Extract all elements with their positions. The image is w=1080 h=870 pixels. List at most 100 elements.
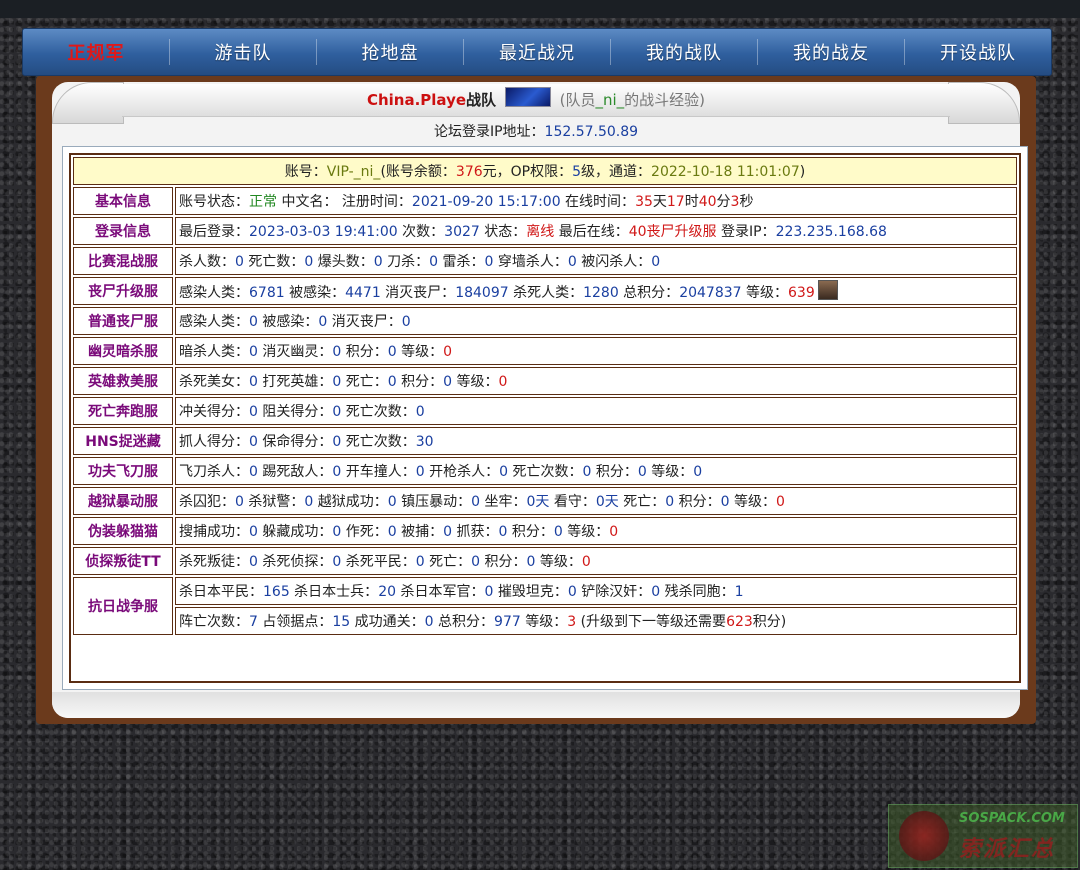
stat-label: 铲除汉奸： [576,584,652,600]
stat-value: 0 [235,254,244,270]
team-suffix: 战队 [466,91,497,109]
stat-value: 30 [415,434,434,450]
stat-label: 感染人类： [179,314,249,330]
status-value: 正常 [249,194,277,210]
stat-label: 抓人得分： [179,434,249,450]
server-row-stats: 飞刀杀人：0 踢死敌人：0 开车撞人：0 开枪杀人：0 死亡次数：0 积分：0 … [175,457,1017,485]
stat-value: 0 [249,344,258,360]
login-ip-label: 登录IP： [716,224,776,240]
hour-unit: 时 [684,194,699,210]
stat-label: 被感染： [257,314,319,330]
nav-item-recent-battles[interactable]: 最近战况 [463,39,610,65]
stat-value: 15 [332,614,351,630]
server-row-label: 丧尸升级服 [73,277,173,305]
rank-avatar-icon [817,280,838,300]
stat-label: 打死英雄： [257,374,333,390]
stat-value: 0 [415,464,425,480]
stat-label: 杀死人类： [508,285,584,301]
server-row-stats: 抓人得分：0 保命得分：0 死亡次数：30 [175,427,1017,455]
stat-value: 0 [387,494,397,510]
stat-value: 0 [651,254,661,270]
day-unit: 天 [652,194,667,210]
stat-label: 开车撞人： [341,464,416,480]
stat-value: 0 [249,404,258,420]
nav-item-regular-army[interactable]: 正规军 [23,39,169,65]
stat-label: 阻关得分： [257,404,333,420]
stat-value: 0 [553,524,563,540]
server-row: 侦探叛徒TT 杀死叛徒：0 杀死侦探：0 杀死平民：0 死亡：0 积分：0 等级：… [73,547,1017,575]
stat-value: 3 [567,614,577,630]
stat-value: 0 [443,344,453,360]
stat-label: 踢死敌人： [257,464,333,480]
top-bar [0,0,1080,18]
panel-bottom-bar [52,692,1020,718]
top-nav: 正规军 游击队 抢地盘 最近战况 我的战队 我的战友 开设战队 [22,28,1052,76]
stat-value: 6781 [249,285,285,301]
nav-item-territory[interactable]: 抢地盘 [316,39,463,65]
server-row-label: 普通丧尸服 [73,307,173,335]
nav-item-my-friends[interactable]: 我的战友 [757,39,904,65]
stat-label: 杀死侦探： [257,554,333,570]
stat-value: 0 [373,254,383,270]
stat-value: 0 [387,374,397,390]
stat-value: 0 [581,554,591,570]
stat-value: 639 [788,285,815,301]
stat-label: 刀杀： [382,254,430,270]
team-name[interactable]: China.Playe [367,91,466,109]
online-label: 在线时间： [560,194,636,210]
server-row: 越狱暴动服 杀囚犯：0 杀狱警：0 越狱成功：0 镇压暴动：0 坐牢：0天 看守：… [73,487,1017,515]
stat-label: 消灭幽灵： [257,344,333,360]
server-row-label: 越狱暴动服 [73,487,173,515]
nav-item-guerrilla[interactable]: 游击队 [169,39,316,65]
stat-value: 0 [776,494,785,510]
server-row-stats: 杀囚犯：0 杀狱警：0 越狱成功：0 镇压暴动：0 坐牢：0天 看守：0天 死亡… [175,487,1017,515]
stat-value: 7 [249,614,258,630]
watermark-emblem-icon [899,811,949,861]
server-row-stats: 杀人数：0 死亡数：0 爆头数：0 刀杀：0 雷杀：0 穿墙杀人：0 被闪杀人：… [175,247,1017,275]
stat-label: 摧毁坦克： [493,584,568,600]
stat-label: 死亡次数： [341,434,416,450]
balance-value: 376 [455,164,483,180]
stat-label: 积分： [591,464,638,480]
basic-info-cell: 账号状态：正常 中文名： 注册时间：2021-09-20 15:17:00 在线… [175,187,1017,215]
stat-value: 2047837 [679,285,742,301]
stat-label: 抓获： [452,524,499,540]
stats-table-wrap: 账号：VIP-_ni_(账号余额：376元，OP权限：5级，通道：2022-10… [62,146,1028,690]
server-row-stats: 暗杀人类：0 消灭幽灵：0 积分：0 等级：0 [175,337,1017,365]
online-hours: 17 [666,194,685,210]
stat-label: 死亡数： [243,254,305,270]
reg-time: 2021-09-20 15:17:00 [411,194,561,210]
stats-table-box: 账号：VIP-_ni_(账号余额：376元，OP权限：5级，通道：2022-10… [69,153,1021,683]
server-row-stats: 搜捕成功：0 躲藏成功：0 作死：0 被捕：0 抓获：0 积分：0 等级：0 [175,517,1017,545]
kangri-line-1: 杀日本平民：165 杀日本士兵：20 杀日本军官：0 摧毁坦克：0 铲除汉奸：0… [175,577,1017,605]
account-label: 账号： [284,164,327,180]
account-id: VIP-_ni_ [326,164,381,180]
stat-value: 0 [318,314,328,330]
stat-value: 0 [665,494,675,510]
stat-label: 被捕： [396,524,444,540]
status-label: 账号状态： [179,194,249,210]
stat-value: 0 [637,464,647,480]
stat-label: 总积分： [618,285,680,301]
stat-value: 0 [609,524,619,540]
stat-label: 杀死平民： [341,554,416,570]
login-info-label: 登录信息 [73,217,173,245]
stat-label: 保命得分： [257,434,333,450]
account-cell: 账号：VIP-_ni_(账号余额：376元，OP权限：5级，通道：2022-10… [73,157,1017,185]
reg-label: 中文名： 注册时间： [277,194,412,210]
nav-item-my-team[interactable]: 我的战队 [610,39,757,65]
stat-value: 0 [498,374,508,390]
stat-value: 0 [249,524,258,540]
nav-item-create-team[interactable]: 开设战队 [904,39,1051,65]
stat-value: 1 [734,584,744,600]
stat-label: 总积分： [433,614,495,630]
stat-value: 0 [332,404,342,420]
stat-label: 躲藏成功： [257,524,333,540]
stat-value: 0 [499,464,509,480]
login-info-cell: 最后登录：2023-03-03 19:41:00 次数：3027 状态：离线 最… [175,217,1017,245]
stat-label: 积分： [396,374,444,390]
kangri-line-2: 阵亡次数：7 占领据点：15 成功通关：0 总积分：977 等级：3 (升级到下… [175,607,1017,635]
stat-label: 杀日本平民： [179,584,263,600]
page-title: China.Playe战队 (队员_ni_的战斗经验) [122,84,950,117]
upgrade-prefix: (升级到下一等级还需要 [576,614,727,630]
